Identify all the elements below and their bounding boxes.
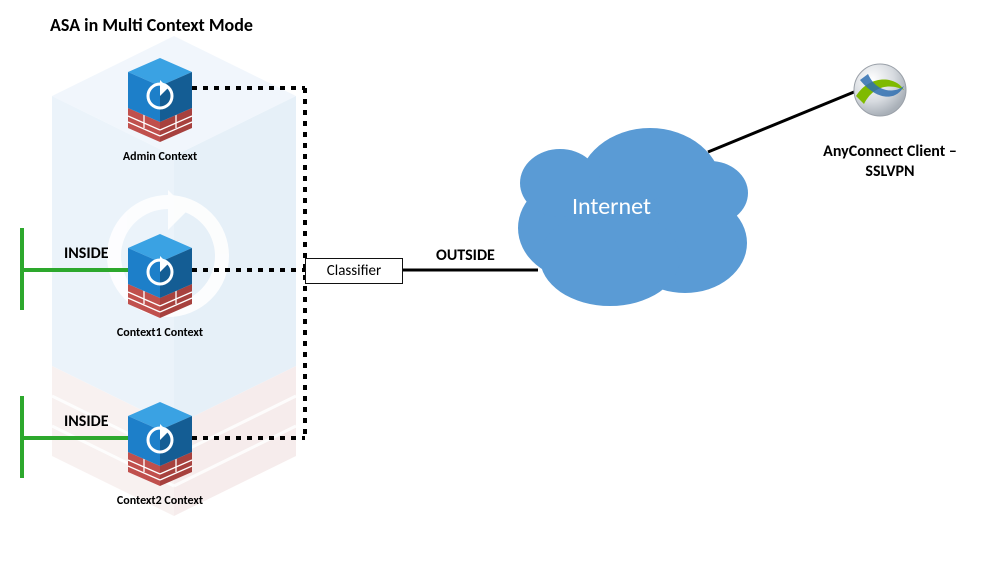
context1-icon [124, 226, 194, 316]
context2-label: Context2 Context [100, 494, 220, 508]
diagram-title: ASA in Multi Context Mode [50, 14, 253, 36]
diagram-canvas: ASA in Multi Context Mode Internet Cla [0, 0, 999, 562]
anyconnect-label-line1: AnyConnect Client – [823, 142, 957, 161]
anyconnect-label-line2: SSLVPN [865, 162, 914, 181]
context1-label: Context1 Context [100, 326, 220, 340]
inside-label-2: INSIDE [64, 412, 109, 431]
outside-label: OUTSIDE [436, 246, 495, 265]
admin-context-icon [124, 50, 194, 140]
admin-context-label: Admin Context [100, 150, 220, 164]
inside-label-1: INSIDE [64, 244, 109, 263]
classifier-box: Classifier [305, 258, 403, 284]
internet-label: Internet [572, 192, 651, 221]
anyconnect-label: AnyConnect Client – SSLVPN [800, 142, 980, 182]
context2-icon [124, 394, 194, 484]
anyconnect-icon [850, 60, 910, 120]
